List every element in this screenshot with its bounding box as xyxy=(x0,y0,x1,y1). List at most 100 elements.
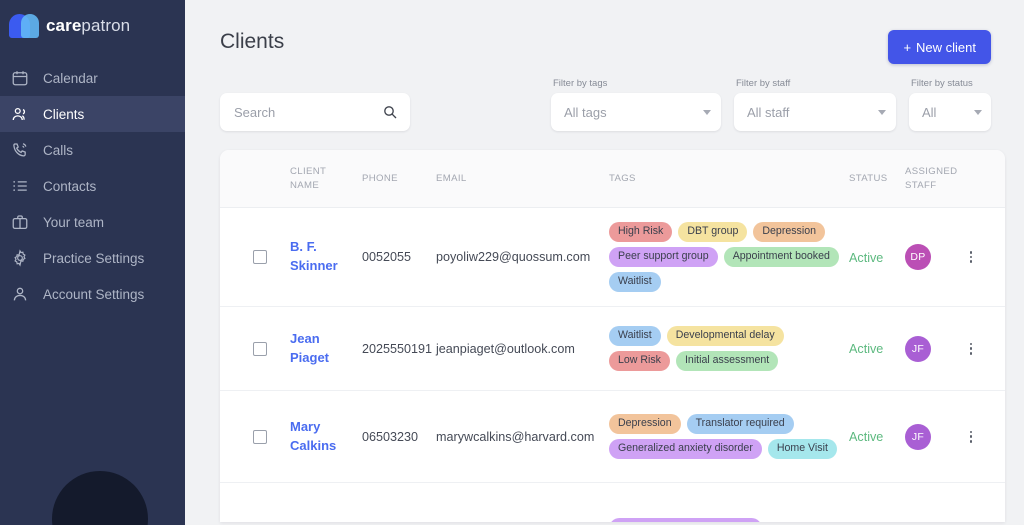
row-actions-cell xyxy=(963,341,1005,357)
tag[interactable]: Depression xyxy=(753,221,825,242)
filter-by-tags: Filter by tags All tags xyxy=(551,78,721,131)
tag-list: Depression Translator required Generaliz… xyxy=(609,413,839,460)
client-name-line2: Piaget xyxy=(290,349,330,365)
client-name-line2: Skinner xyxy=(290,258,338,273)
chevron-down-icon xyxy=(974,110,982,115)
tag[interactable]: Developmental delay xyxy=(666,325,784,346)
calendar-icon xyxy=(11,69,29,87)
status-badge: Active xyxy=(849,250,884,265)
sidebar-item-calls[interactable]: Calls xyxy=(0,132,185,168)
tag[interactable]: Waitlist xyxy=(609,325,661,346)
client-email: poyoliw229@quossum.com xyxy=(436,250,591,264)
sidebar-item-label: Practice Settings xyxy=(43,250,145,266)
more-vertical-icon[interactable] xyxy=(963,429,979,445)
filter-by-staff-select[interactable]: All staff xyxy=(734,93,896,131)
filter-by-status: Filter by status All xyxy=(909,78,991,131)
client-phone: 06503230 xyxy=(362,429,419,444)
tag[interactable]: DBT group xyxy=(678,221,748,242)
row-checkbox[interactable] xyxy=(253,341,267,356)
tag[interactable]: Generalized anxiety disorder xyxy=(609,439,762,460)
client-name-line1: Jean xyxy=(290,330,320,346)
search-input[interactable] xyxy=(220,93,410,131)
sidebar-nav: Calendar Clients Calls Contacts Your tea… xyxy=(0,60,185,312)
sidebar-item-your-team[interactable]: Your team xyxy=(0,204,185,240)
chevron-down-icon xyxy=(703,110,711,115)
table-row[interactable]: B. F. Skinner 0052055 poyoliw229@quossum… xyxy=(220,208,1005,307)
filter-by-staff-label: Filter by staff xyxy=(736,78,791,89)
sidebar-item-contacts[interactable]: Contacts xyxy=(0,168,185,204)
tag[interactable]: Generalized anxiety disorder xyxy=(609,518,762,522)
carepatron-logo-icon xyxy=(9,14,39,38)
column-assigned-staff: ASSIGNED STAFF xyxy=(905,165,963,193)
main-content: Clients +New client Filter by tags All xyxy=(185,0,1024,525)
more-vertical-icon[interactable] xyxy=(963,341,979,357)
phone-icon xyxy=(11,141,29,159)
sidebar-item-label: Contacts xyxy=(43,178,97,194)
client-tags-cell: Waitlist Developmental delay Low Risk In… xyxy=(609,325,849,372)
assigned-staff-cell: DP xyxy=(905,244,963,270)
tag[interactable]: Low Risk xyxy=(609,351,670,372)
filter-by-tags-select[interactable]: All tags xyxy=(551,93,721,131)
tag[interactable]: Home Visit xyxy=(767,439,837,460)
sidebar-item-label: Calls xyxy=(43,142,74,158)
status-cell: Active xyxy=(849,341,905,356)
client-email: marywcalkins@harvard.com xyxy=(436,429,595,444)
row-checkbox[interactable] xyxy=(253,429,267,444)
table-row[interactable]: Jean Piaget 2025550191 jeanpiaget@outloo… xyxy=(220,307,1005,391)
tag[interactable]: Waitlist xyxy=(609,272,661,293)
table-row[interactable]: Generalized anxiety disorder xyxy=(220,483,1005,522)
tag[interactable]: Peer support group xyxy=(609,246,718,268)
tag[interactable]: Appointment booked xyxy=(723,246,839,268)
brand-name-bold: care xyxy=(46,16,82,35)
people-icon xyxy=(11,105,29,123)
filter-by-tags-value: All tags xyxy=(564,104,607,120)
new-client-button[interactable]: + New client xyxy=(888,30,991,64)
sidebar: carepatron Calendar Clients Calls Contac… xyxy=(0,0,185,525)
avatar[interactable]: DP xyxy=(905,244,931,270)
filter-by-staff-value: All staff xyxy=(747,104,790,120)
tag-list: Waitlist Developmental delay Low Risk In… xyxy=(609,325,839,372)
brand-name: carepatron xyxy=(46,16,130,36)
filter-by-status-label: Filter by status xyxy=(911,78,973,89)
tag[interactable]: High Risk xyxy=(609,221,673,242)
assigned-staff-cell: JF xyxy=(905,423,963,450)
brand-logo[interactable]: carepatron xyxy=(0,0,185,52)
tag[interactable]: Depression xyxy=(609,413,681,434)
status-cell: Active xyxy=(849,429,905,444)
column-phone: PHONE xyxy=(362,173,398,184)
assigned-staff-cell: JF xyxy=(905,335,963,362)
tag[interactable]: Translator required xyxy=(686,413,794,434)
toolbar: Filter by tags All tags Filter by staff … xyxy=(185,64,1024,131)
status-badge: Active xyxy=(849,342,884,356)
table-row[interactable]: Mary Calkins 06503230 marywcalkins@harva… xyxy=(220,391,1005,483)
sidebar-item-practice-settings[interactable]: Practice Settings xyxy=(0,240,185,276)
client-name-link[interactable]: B. F. Skinner xyxy=(290,238,362,276)
list-icon xyxy=(11,177,29,195)
sidebar-item-label: Clients xyxy=(43,106,85,122)
column-email: EMAIL xyxy=(436,173,467,184)
plus-icon: + xyxy=(903,39,912,55)
row-checkbox-cell xyxy=(220,341,290,356)
column-client-name-line1: CLIENT xyxy=(290,165,327,177)
avatar[interactable]: JF xyxy=(905,335,931,362)
row-checkbox-cell xyxy=(220,429,290,444)
person-icon xyxy=(11,285,29,303)
filter-by-tags-label: Filter by tags xyxy=(553,78,608,89)
tag[interactable]: Initial assessment xyxy=(675,351,779,372)
more-vertical-icon[interactable] xyxy=(963,249,979,265)
sidebar-item-clients[interactable]: Clients xyxy=(0,96,185,132)
status-badge: Active xyxy=(849,430,884,444)
client-phone: 0052055 xyxy=(362,250,412,264)
sidebar-item-account-settings[interactable]: Account Settings xyxy=(0,276,185,312)
client-tags-cell: High Risk DBT group Depression Peer supp… xyxy=(609,221,849,293)
client-name-link[interactable]: Jean Piaget xyxy=(290,330,362,368)
filter-by-status-select[interactable]: All xyxy=(909,93,991,131)
row-checkbox[interactable] xyxy=(253,250,267,264)
search-box[interactable] xyxy=(220,93,410,131)
avatar[interactable]: JF xyxy=(905,423,931,450)
table-header-row: CLIENT NAME PHONE EMAIL TAGS STATUS ASSI… xyxy=(220,150,1005,208)
sidebar-item-calendar[interactable]: Calendar xyxy=(0,60,185,96)
client-name-line1: Mary xyxy=(290,418,321,434)
client-name-link[interactable]: Mary Calkins xyxy=(290,418,362,456)
brand-name-light: patron xyxy=(81,16,131,35)
